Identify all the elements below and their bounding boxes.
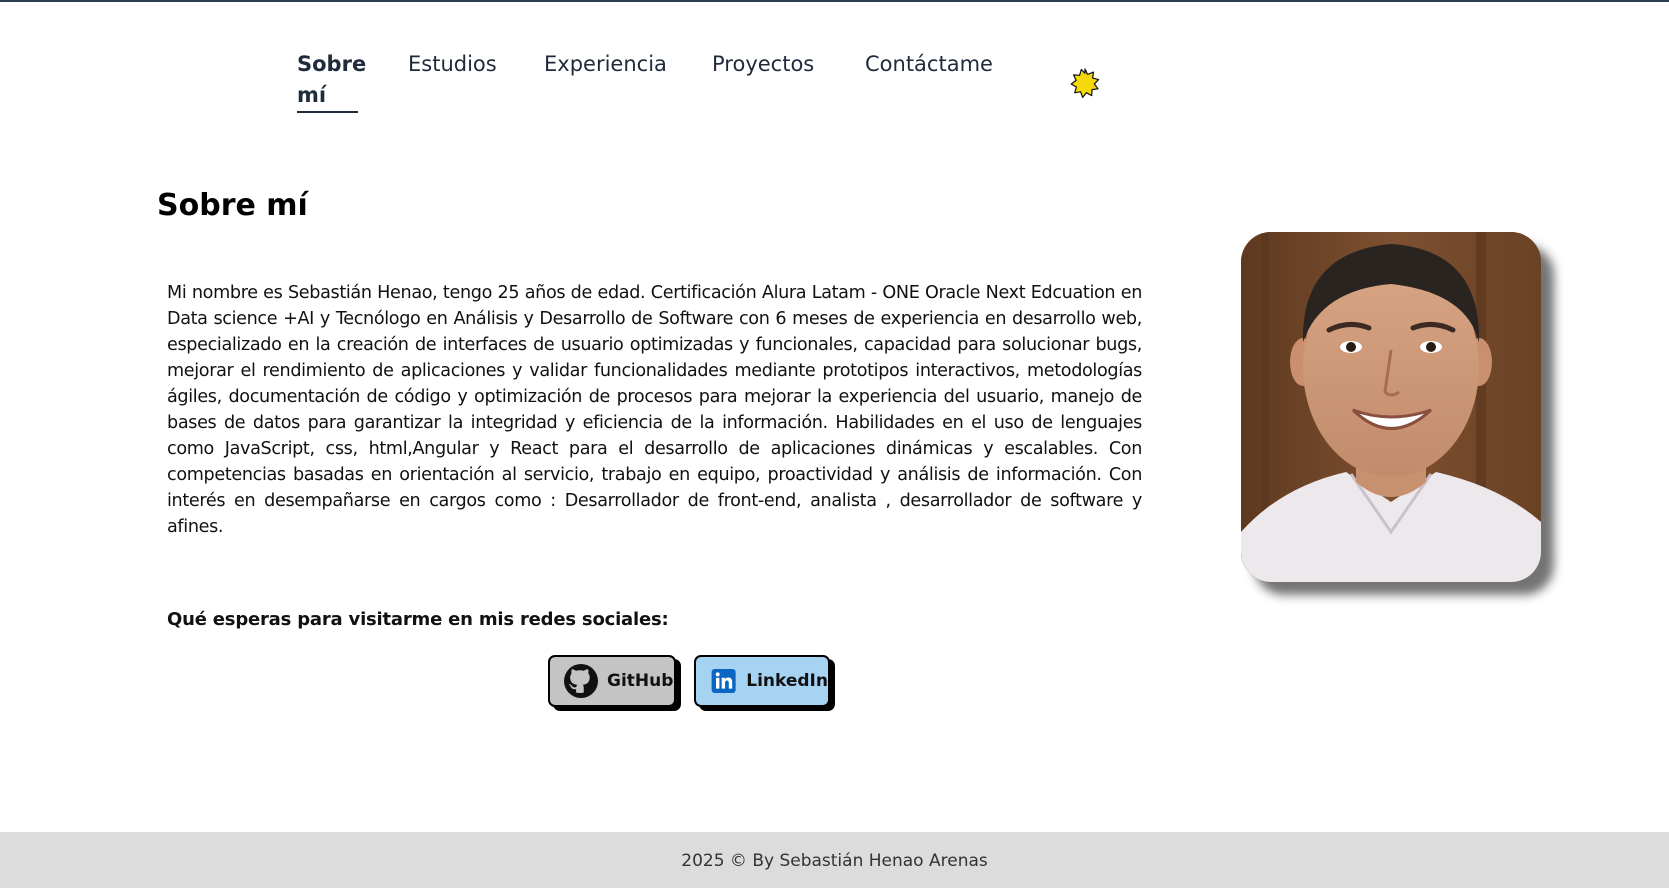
nav-link-sobre-mi[interactable]: Sobre mí — [297, 49, 366, 113]
footer-copyright: 2025 © By Sebastián Henao Arenas — [681, 851, 988, 871]
sun-icon — [1070, 68, 1100, 98]
active-underline — [297, 111, 358, 113]
nav-link-experiencia[interactable]: Experiencia — [544, 49, 667, 80]
profile-photo — [1241, 232, 1541, 582]
linkedin-icon — [711, 668, 736, 694]
profile-photo-illustration — [1241, 232, 1541, 582]
nav-link-proyectos[interactable]: Proyectos — [712, 49, 814, 80]
github-icon — [564, 664, 598, 698]
section-title: Sobre mí — [157, 188, 308, 223]
nav-link-estudios[interactable]: Estudios — [408, 49, 497, 80]
linkedin-label: LinkedIn — [746, 671, 828, 691]
github-button[interactable]: GitHub — [548, 655, 676, 707]
social-prompt: Qué esperas para visitarme en mis redes … — [167, 609, 669, 630]
bio-paragraph: Mi nombre es Sebastián Henao, tengo 25 a… — [167, 283, 1142, 537]
github-label: GitHub — [607, 671, 674, 691]
nav-link-contactame[interactable]: Contáctame — [865, 49, 993, 80]
top-navigation: Sobre mí Estudios Experiencia Proyectos … — [0, 2, 1669, 132]
nav-link-label: Sobre mí — [297, 52, 367, 107]
linkedin-button[interactable]: LinkedIn — [694, 655, 830, 707]
theme-toggle-button[interactable] — [1070, 68, 1100, 98]
footer: 2025 © By Sebastián Henao Arenas — [0, 832, 1669, 888]
